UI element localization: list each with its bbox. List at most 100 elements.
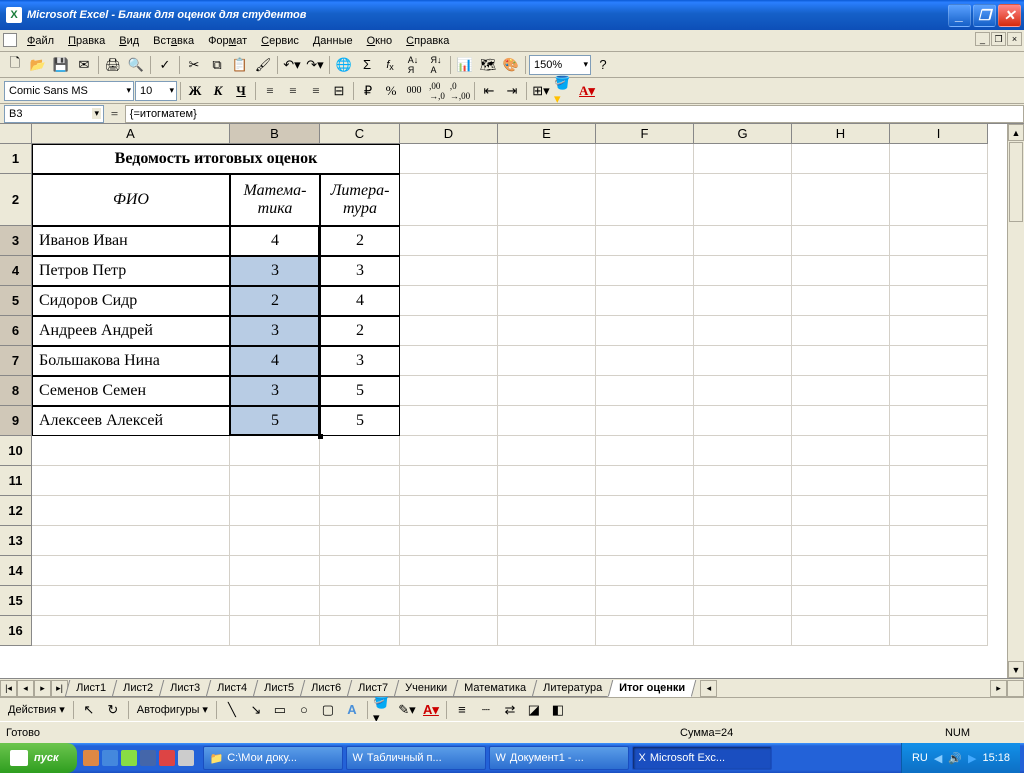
- cell[interactable]: [890, 616, 988, 646]
- formula-bar[interactable]: {=итогматем}: [125, 105, 1024, 123]
- row-header[interactable]: 14: [0, 556, 32, 586]
- row-header[interactable]: 15: [0, 586, 32, 616]
- tray-icon[interactable]: ◀: [934, 752, 942, 765]
- cell[interactable]: [694, 226, 792, 256]
- cell[interactable]: [890, 586, 988, 616]
- cell[interactable]: 4: [230, 346, 320, 376]
- underline-button[interactable]: Ч: [230, 80, 252, 102]
- sheet-tab[interactable]: Лист4: [206, 680, 259, 697]
- cell[interactable]: [320, 556, 400, 586]
- oval-button[interactable]: ○: [293, 699, 315, 721]
- menu-help[interactable]: Справка: [399, 33, 456, 49]
- cell[interactable]: [400, 616, 498, 646]
- cell[interactable]: [792, 346, 890, 376]
- menu-edit[interactable]: Правка: [61, 33, 112, 49]
- decrease-decimal-button[interactable]: ,0→,00: [449, 80, 471, 102]
- cell[interactable]: 3: [320, 256, 400, 286]
- select-all-corner[interactable]: [0, 124, 32, 144]
- percent-button[interactable]: %: [380, 80, 402, 102]
- cell[interactable]: [792, 436, 890, 466]
- row-header[interactable]: 11: [0, 466, 32, 496]
- cell[interactable]: [320, 616, 400, 646]
- cell[interactable]: [230, 586, 320, 616]
- column-header[interactable]: F: [596, 124, 694, 144]
- fillcolor-draw-button[interactable]: 🪣▾: [372, 699, 394, 721]
- cell[interactable]: 5: [230, 406, 320, 436]
- arrow-button[interactable]: ↘: [245, 699, 267, 721]
- cell[interactable]: [400, 144, 498, 174]
- cell[interactable]: [400, 376, 498, 406]
- cell[interactable]: [400, 436, 498, 466]
- menu-data[interactable]: Данные: [306, 33, 360, 49]
- cell[interactable]: [596, 376, 694, 406]
- menu-insert[interactable]: Вставка: [146, 33, 201, 49]
- cell[interactable]: [400, 346, 498, 376]
- cell[interactable]: [596, 616, 694, 646]
- increase-indent-button[interactable]: ⇥: [501, 80, 523, 102]
- cell[interactable]: [498, 286, 596, 316]
- decrease-indent-button[interactable]: ⇤: [478, 80, 500, 102]
- row-header[interactable]: 12: [0, 496, 32, 526]
- cell[interactable]: [792, 556, 890, 586]
- minimize-button[interactable]: _: [948, 4, 971, 27]
- cell[interactable]: [320, 436, 400, 466]
- cell[interactable]: [320, 496, 400, 526]
- wordart-button[interactable]: A: [341, 699, 363, 721]
- cell[interactable]: Петров Петр: [32, 256, 230, 286]
- cell[interactable]: [498, 616, 596, 646]
- increase-decimal-button[interactable]: ,00→,0: [426, 80, 448, 102]
- cell[interactable]: [596, 226, 694, 256]
- cell[interactable]: [890, 466, 988, 496]
- paste-button[interactable]: 📋: [229, 54, 251, 76]
- cell[interactable]: Семенов Семен: [32, 376, 230, 406]
- tab-next-button[interactable]: ▸: [34, 680, 51, 697]
- hyperlink-button[interactable]: 🌐: [333, 54, 355, 76]
- cell[interactable]: Ведомость итоговых оценок: [32, 144, 400, 174]
- name-box[interactable]: B3: [4, 105, 104, 123]
- taskbar-button[interactable]: WДокумент1 - ...: [489, 746, 629, 770]
- tray-icon[interactable]: 🔊: [948, 752, 962, 765]
- fill-color-button[interactable]: 🪣▾: [553, 80, 575, 102]
- cell[interactable]: [792, 526, 890, 556]
- map-button[interactable]: 🗺: [477, 54, 499, 76]
- mdi-restore-button[interactable]: ❐: [991, 32, 1006, 46]
- cell[interactable]: [792, 174, 890, 226]
- cell[interactable]: Литера- тура: [320, 174, 400, 226]
- borders-button[interactable]: ⊞▾: [530, 80, 552, 102]
- font-name-combo[interactable]: Comic Sans MS: [4, 81, 134, 101]
- font-size-combo[interactable]: 10: [135, 81, 177, 101]
- cell[interactable]: [792, 144, 890, 174]
- cell[interactable]: [320, 586, 400, 616]
- cell[interactable]: [890, 376, 988, 406]
- sheet-tab[interactable]: Лист6: [300, 680, 353, 697]
- cell[interactable]: Матема- тика: [230, 174, 320, 226]
- menu-tools[interactable]: Сервис: [254, 33, 306, 49]
- cell[interactable]: [596, 556, 694, 586]
- tab-prev-button[interactable]: ◂: [17, 680, 34, 697]
- cell[interactable]: [320, 466, 400, 496]
- sheet-tab[interactable]: Лист3: [159, 680, 212, 697]
- copy-button[interactable]: ⧉: [206, 54, 228, 76]
- cell[interactable]: [230, 496, 320, 526]
- cell[interactable]: 5: [320, 376, 400, 406]
- row-header[interactable]: 16: [0, 616, 32, 646]
- tab-first-button[interactable]: |◂: [0, 680, 17, 697]
- sheet-tab[interactable]: Ученики: [394, 680, 459, 697]
- cell[interactable]: [694, 256, 792, 286]
- tray-icon[interactable]: ▶: [968, 752, 976, 765]
- cell[interactable]: 4: [230, 226, 320, 256]
- cell[interactable]: [32, 526, 230, 556]
- row-header[interactable]: 9: [0, 406, 32, 436]
- cell[interactable]: [694, 144, 792, 174]
- cell[interactable]: Иванов Иван: [32, 226, 230, 256]
- ql-icon[interactable]: [121, 750, 137, 766]
- linestyle-button[interactable]: ≡: [451, 699, 473, 721]
- cell[interactable]: [230, 466, 320, 496]
- cell[interactable]: [890, 436, 988, 466]
- help-button[interactable]: ?: [592, 54, 614, 76]
- cell[interactable]: [694, 466, 792, 496]
- cell[interactable]: [596, 144, 694, 174]
- cell[interactable]: [792, 286, 890, 316]
- cell[interactable]: [890, 556, 988, 586]
- cell[interactable]: [32, 616, 230, 646]
